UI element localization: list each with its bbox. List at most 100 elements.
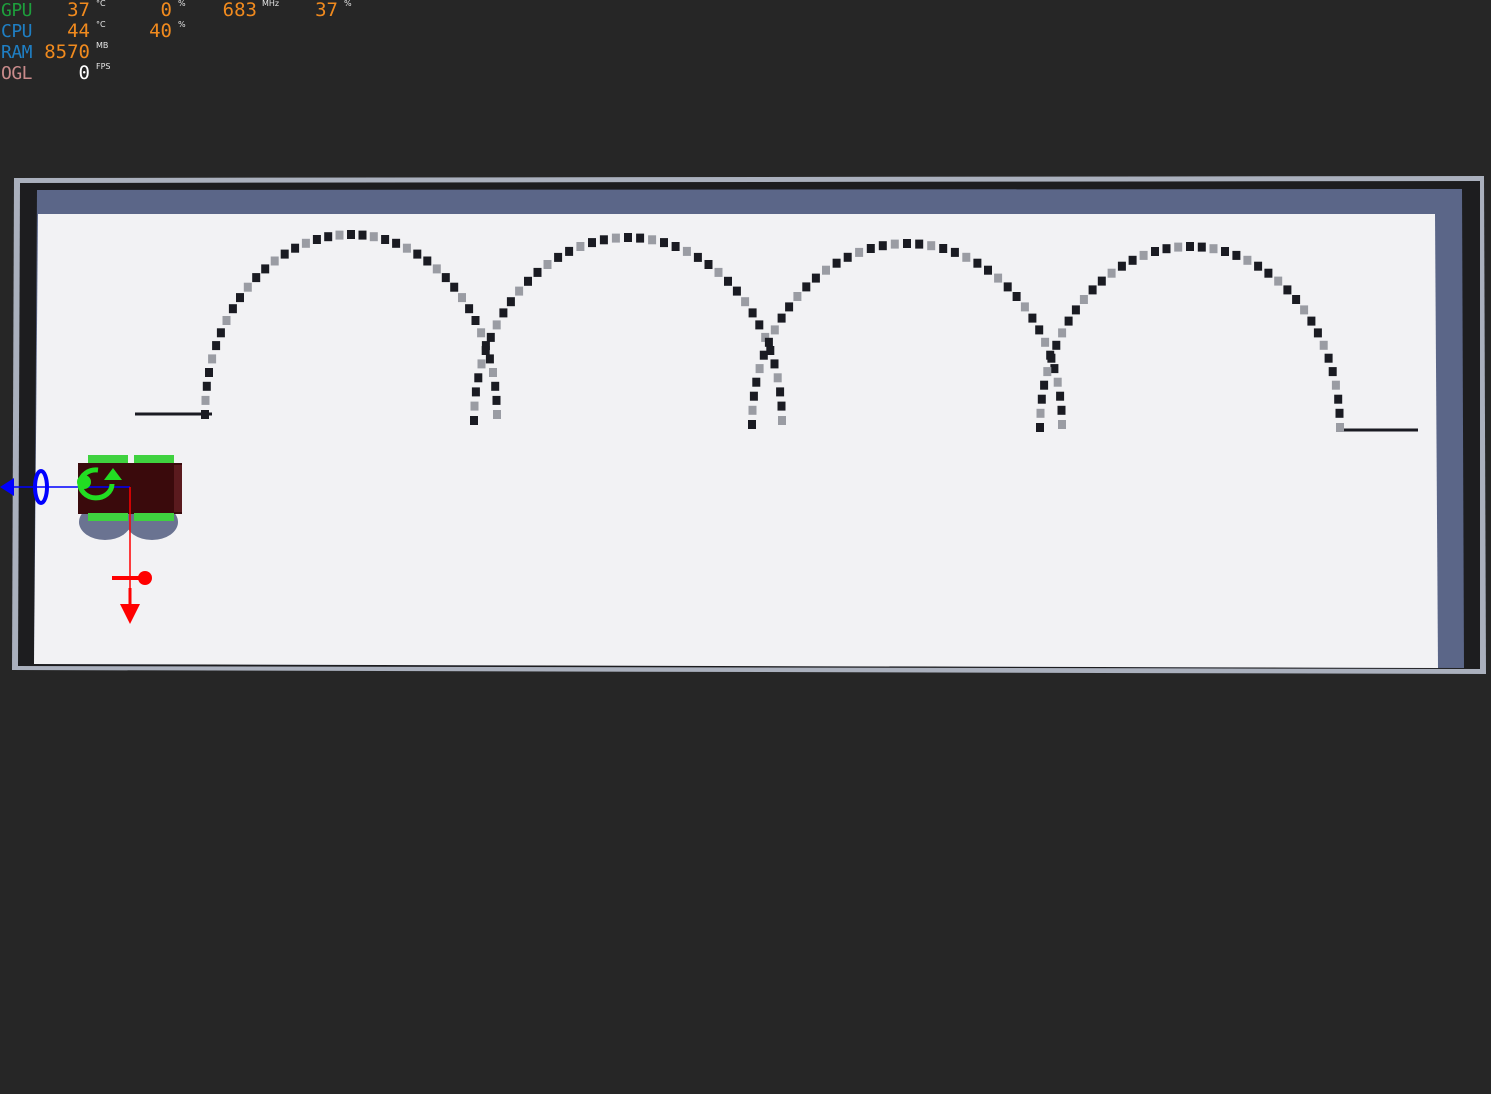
track-segment	[832, 258, 841, 268]
track-segment	[533, 267, 542, 277]
track-segment	[202, 381, 211, 391]
track-segment	[485, 354, 494, 364]
track-segment	[1020, 302, 1029, 312]
robot-body-edge	[174, 465, 182, 512]
track-segment	[1324, 353, 1333, 363]
track-segment	[301, 238, 310, 248]
arena-floor	[34, 214, 1438, 668]
track-segment	[1064, 316, 1073, 326]
track-segment	[208, 354, 217, 364]
track-segment	[950, 247, 959, 257]
track-segment	[458, 293, 466, 303]
gizmo-y-handle-dot-icon[interactable]	[138, 571, 152, 585]
track-segment	[474, 373, 483, 383]
track-segment	[243, 282, 252, 292]
track-segment	[471, 387, 480, 397]
track-segment	[1274, 276, 1283, 286]
track-segment	[565, 246, 574, 256]
track-segment	[515, 286, 524, 296]
3d-viewport[interactable]	[0, 0, 1491, 1094]
track-segment	[492, 320, 501, 330]
track-segment	[843, 252, 852, 262]
track-segment	[1097, 276, 1106, 286]
robot-wheel-front-right	[134, 455, 174, 463]
track-segment	[554, 252, 563, 262]
track-segment	[1040, 380, 1049, 390]
track-segment	[1117, 261, 1126, 271]
track-segment	[291, 243, 300, 253]
track-segment	[1264, 268, 1273, 278]
track-segment	[470, 416, 478, 425]
track-segment	[1331, 380, 1340, 390]
track-segment	[228, 304, 237, 314]
track-segment	[741, 297, 750, 307]
track-segment	[822, 265, 830, 275]
track-segment	[492, 395, 501, 405]
track-segment	[748, 308, 757, 318]
track-segment	[471, 316, 480, 325]
track-segment	[369, 232, 378, 242]
track-segment	[465, 304, 474, 314]
track-segment	[1209, 244, 1218, 254]
track-segment	[1088, 285, 1097, 295]
track-segment	[1047, 353, 1056, 363]
track-segment	[1003, 282, 1012, 292]
track-segment	[1292, 295, 1301, 304]
track-segment	[1053, 377, 1062, 387]
track-segment	[724, 276, 732, 286]
track-segment	[1197, 242, 1206, 252]
track-segment	[1243, 255, 1252, 265]
track-segment	[973, 258, 982, 268]
track-segment	[1307, 316, 1316, 326]
track-segment	[648, 235, 657, 245]
track-segment	[312, 235, 321, 244]
track-segment	[1232, 250, 1241, 260]
track-segment	[588, 238, 596, 248]
track-segment	[1071, 305, 1080, 315]
track-segment	[777, 313, 786, 323]
track-segment	[489, 368, 497, 377]
track-segment	[477, 359, 486, 369]
track-segment	[1056, 391, 1065, 401]
track-segment	[1128, 255, 1137, 265]
track-segment	[270, 256, 279, 266]
track-segment	[811, 273, 820, 283]
track-segment	[441, 273, 450, 283]
track-segment	[704, 260, 713, 269]
track-segment	[732, 286, 741, 296]
track-segment	[1041, 337, 1050, 347]
track-segment	[927, 241, 936, 251]
track-segment	[1028, 313, 1037, 323]
track-segment	[499, 308, 508, 318]
track-segment	[252, 273, 261, 283]
track-segment	[1334, 394, 1343, 404]
track-segment	[994, 273, 1003, 283]
track-segment	[358, 230, 367, 240]
track-segment	[878, 241, 887, 251]
track-segment	[773, 373, 782, 383]
track-segment	[1313, 328, 1322, 338]
track-segment	[855, 247, 864, 257]
track-segment	[1037, 394, 1046, 404]
track-segment	[778, 416, 786, 425]
track-segment	[1221, 247, 1229, 256]
track-segment	[660, 238, 668, 248]
track-segment	[201, 395, 210, 405]
track-segment	[481, 346, 490, 355]
gizmo-x-arrow-icon[interactable]	[0, 478, 14, 496]
track-segment	[636, 233, 645, 243]
track-segment	[749, 391, 758, 401]
track-segment	[1300, 305, 1309, 315]
track-segment	[903, 239, 911, 248]
track-segment	[470, 401, 479, 411]
track-segment	[543, 260, 552, 269]
track-segment	[413, 249, 422, 259]
track-segment	[1174, 242, 1183, 252]
track-segment	[1283, 285, 1292, 295]
track-segment	[1050, 364, 1059, 374]
track-segment	[714, 267, 723, 277]
track-segment	[752, 377, 761, 387]
track-segment	[1186, 242, 1194, 251]
track-segment	[1319, 340, 1328, 350]
track-segment	[770, 359, 779, 369]
